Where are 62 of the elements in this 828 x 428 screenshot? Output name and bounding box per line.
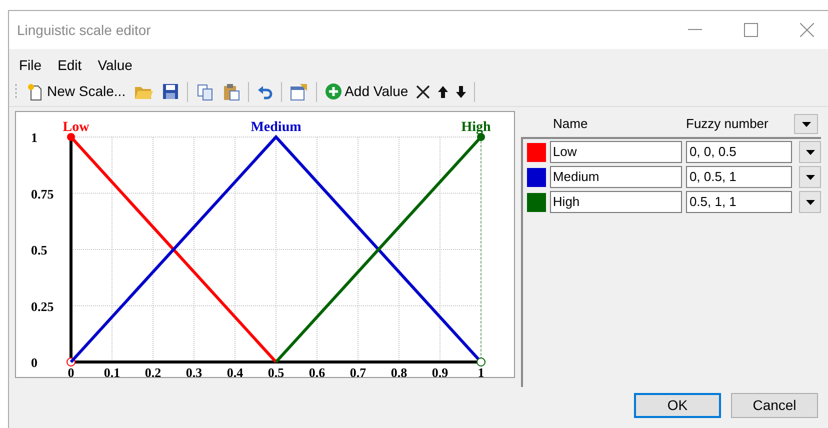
up-arrow-icon[interactable] — [438, 86, 448, 98]
y-tick-label: 1 — [31, 130, 38, 145]
toolbar-grip-icon — [15, 82, 18, 100]
properties-icon[interactable] — [290, 82, 308, 100]
dialog-button[interactable]: OK — [634, 393, 721, 418]
window-title: Linguistic scale editor — [17, 20, 152, 40]
column-header: Name — [552, 115, 589, 134]
dropdown-caret-icon — [802, 122, 810, 126]
fuzzy-number-field[interactable]: 0, 0.5, 1 — [686, 166, 792, 188]
plus-circle-icon — [324, 83, 342, 100]
x-tick-label: 1 — [478, 365, 484, 377]
x-tick-label: 0.2 — [144, 365, 162, 377]
new-scale-button[interactable]: New Scale... — [26, 81, 126, 102]
clipboard-icon[interactable] — [222, 82, 240, 100]
maximize-icon[interactable] — [744, 23, 758, 37]
dropdown-caret-icon — [806, 200, 815, 204]
x-tick-label: 0.8 — [390, 365, 408, 377]
dialog-button[interactable]: Cancel — [731, 393, 818, 418]
undo-icon[interactable] — [256, 84, 273, 100]
x-tick-label: 0.6 — [308, 365, 326, 377]
add-value-button[interactable]: Add Value — [324, 81, 408, 102]
point-marker — [476, 358, 486, 366]
dropdown-caret-icon — [806, 150, 815, 154]
dropdown-button[interactable] — [794, 114, 818, 134]
point-marker — [477, 133, 485, 141]
y-tick-label: 0 — [31, 355, 38, 370]
x-tick-label: 0 — [68, 365, 74, 377]
fuzzy-number-field[interactable]: 0, 0, 0.5 — [686, 141, 792, 163]
x-tick-label: 0.4 — [226, 365, 244, 377]
column-header: Fuzzy number — [686, 115, 770, 134]
dropdown-button[interactable] — [799, 141, 821, 163]
point-marker — [67, 133, 75, 141]
new-document-icon[interactable] — [26, 82, 44, 100]
y-tick-label: 0.5 — [31, 242, 48, 258]
menu-item[interactable]: File — [13, 54, 48, 76]
minimize-icon[interactable] — [688, 29, 702, 31]
color-swatch[interactable] — [527, 168, 546, 186]
series-label: Medium — [250, 120, 302, 135]
down-arrow-icon[interactable] — [456, 86, 466, 98]
color-swatch[interactable] — [527, 142, 546, 162]
x-tick-label: 0.1 — [104, 365, 120, 377]
menu-item[interactable]: Value — [92, 54, 138, 76]
x-tick-label: 0.9 — [432, 365, 448, 377]
x-tick-label: 0.7 — [350, 365, 366, 377]
name-field[interactable]: High — [550, 191, 682, 213]
dropdown-button[interactable] — [799, 191, 821, 213]
close-icon[interactable] — [800, 23, 814, 37]
dropdown-caret-icon — [806, 174, 815, 180]
series-label: Low — [62, 120, 90, 135]
delete-x-icon[interactable] — [416, 84, 430, 98]
x-tick-label: 0.5 — [268, 365, 284, 377]
name-field[interactable]: Low — [550, 141, 682, 163]
x-tick-label: 0.3 — [186, 365, 202, 377]
series-label: High — [461, 120, 491, 135]
color-swatch[interactable] — [527, 192, 546, 212]
copy-icon[interactable] — [196, 82, 214, 100]
fuzzy-number-field[interactable]: 0.5, 1, 1 — [686, 191, 792, 213]
name-field[interactable]: Medium — [550, 166, 682, 188]
y-tick-label: 0.75 — [31, 186, 54, 202]
menu-item[interactable]: Edit — [52, 54, 88, 76]
y-tick-label: 0.25 — [31, 298, 54, 314]
dropdown-button[interactable] — [799, 166, 821, 188]
